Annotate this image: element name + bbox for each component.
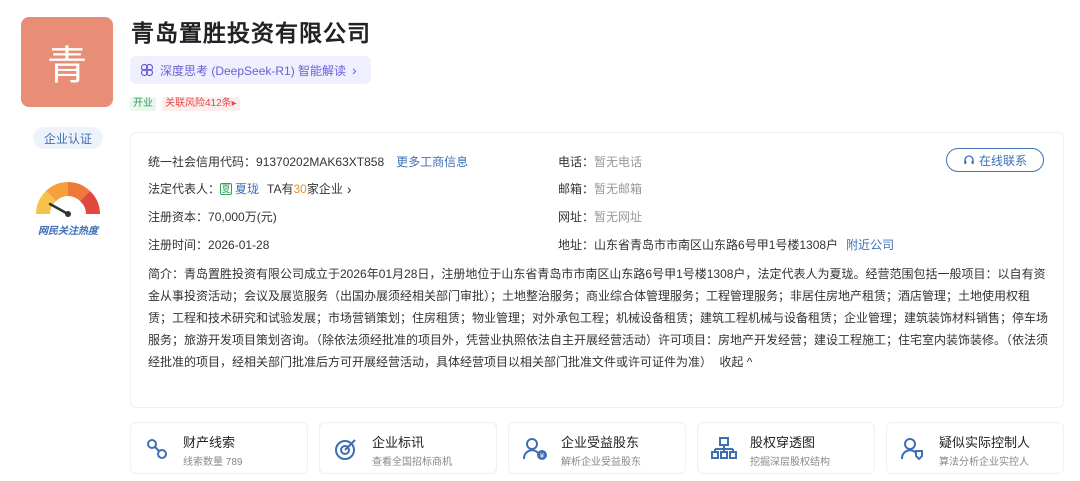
equity-tree-icon bbox=[711, 437, 737, 459]
online-contact-button[interactable]: 在线联系 bbox=[946, 148, 1044, 172]
legal-rep-ta-prefix: TA有 bbox=[267, 182, 294, 196]
reg-date-row: 注册时间： 2026-01-28 bbox=[148, 236, 269, 253]
card-title: 企业标讯 bbox=[372, 435, 425, 450]
controller-card[interactable]: 疑似实际控制人 算法分析企业实控人 bbox=[886, 422, 1064, 474]
capital-label: 注册资本： bbox=[148, 210, 209, 224]
credit-code-label: 统一社会信用代码： bbox=[148, 155, 257, 169]
capital-row: 注册资本： 70,000万(元) bbox=[148, 208, 277, 225]
legal-rep-company-count[interactable]: 30 bbox=[293, 182, 306, 196]
card-title: 财产线索 bbox=[183, 435, 236, 450]
website-value: 暂无网址 bbox=[594, 210, 643, 224]
card-subtitle: 查看全国招标商机 bbox=[372, 457, 452, 468]
website-row: 网址： 暂无网址 bbox=[558, 208, 642, 225]
beneficiary-icon: ¥ bbox=[522, 438, 547, 460]
logo-char: 青 bbox=[47, 43, 87, 89]
attention-heat-label: 网民关注热度 bbox=[38, 226, 98, 237]
controller-icon bbox=[900, 438, 923, 461]
capital-value: 70,000万(元) bbox=[208, 210, 277, 224]
ai-analysis-label: 深度思考 (DeepSeek-R1) 智能解读 bbox=[160, 63, 347, 78]
website-label: 网址： bbox=[558, 210, 595, 224]
property-clue-card[interactable]: 财产线索 线索数量 789 bbox=[130, 422, 308, 474]
legal-rep-avatar: 夏 bbox=[220, 182, 233, 195]
beneficiary-card[interactable]: ¥ 企业受益股东 解析企业受益股东 bbox=[508, 422, 686, 474]
card-title: 股权穿透图 bbox=[750, 435, 816, 450]
intro-text: 简介：青岛置胜投资有限公司成立于2026年01月28日，注册地位于山东省青岛市市… bbox=[148, 267, 1049, 369]
card-subtitle: 解析企业受益股东 bbox=[561, 457, 641, 468]
address-value: 山东省青岛市市南区山东路6号甲1号楼1308户 bbox=[594, 238, 839, 252]
headset-icon bbox=[964, 155, 974, 164]
ai-analysis-button[interactable]: 深度思考 (DeepSeek-R1) 智能解读 › bbox=[130, 56, 371, 84]
phone-row: 电话： 暂无电话 bbox=[558, 153, 642, 170]
online-contact-label: 在线联系 bbox=[978, 153, 1027, 168]
reg-date-label: 注册时间： bbox=[148, 238, 209, 252]
svg-text:¥: ¥ bbox=[540, 452, 545, 460]
chevron-right-icon[interactable]: › bbox=[347, 181, 352, 197]
email-label: 邮箱： bbox=[558, 182, 595, 196]
phone-label: 电话： bbox=[558, 155, 595, 169]
nearby-company-link[interactable]: 附近公司 bbox=[846, 236, 894, 253]
company-name: 青岛置胜投资有限公司 bbox=[131, 20, 371, 46]
phone-value: 暂无电话 bbox=[594, 155, 643, 169]
card-title: 企业受益股东 bbox=[561, 435, 640, 450]
status-badge-open: 开业 bbox=[130, 97, 156, 111]
legal-rep-name-link[interactable]: 夏珑 bbox=[235, 180, 259, 197]
bid-info-icon bbox=[335, 439, 356, 460]
deepseek-icon bbox=[140, 63, 154, 77]
card-subtitle: 线索数量 789 bbox=[183, 457, 243, 468]
bid-info-card[interactable]: 企业标讯 查看全国招标商机 bbox=[319, 422, 497, 474]
company-intro: 简介：青岛置胜投资有限公司成立于2026年01月28日，注册地位于山东省青岛市市… bbox=[148, 263, 1048, 373]
property-clue-icon bbox=[147, 439, 167, 459]
credit-code-row: 统一社会信用代码： 91370202MAK63XT858 更多工商信息 bbox=[148, 153, 468, 170]
more-business-info-link[interactable]: 更多工商信息 bbox=[396, 153, 468, 170]
card-title: 疑似实际控制人 bbox=[939, 435, 1031, 450]
legal-rep-ta-suffix: 家企业 bbox=[306, 182, 343, 196]
chevron-right-icon: › bbox=[352, 62, 357, 78]
reg-date-value: 2026-01-28 bbox=[208, 237, 270, 252]
card-subtitle: 挖掘深层股权结构 bbox=[750, 457, 830, 468]
legal-rep-row: 法定代表人： 夏 夏珑 TA有 30 家企业 › bbox=[148, 180, 352, 197]
email-value: 暂无邮箱 bbox=[594, 182, 643, 196]
credit-code-value: 91370202MAK63XT858 bbox=[256, 154, 385, 169]
address-row: 地址： 山东省青岛市市南区山东路6号甲1号楼1308户 附近公司 bbox=[558, 236, 894, 253]
address-label: 地址： bbox=[558, 238, 595, 252]
legal-rep-label: 法定代表人： bbox=[148, 182, 221, 196]
company-logo: 青 bbox=[21, 17, 113, 107]
collapse-toggle[interactable]: 收起 ^ bbox=[719, 355, 752, 369]
attention-gauge-icon bbox=[36, 182, 100, 217]
card-subtitle: 算法分析企业实控人 bbox=[939, 457, 1029, 468]
email-row: 邮箱： 暂无邮箱 bbox=[558, 180, 642, 197]
equity-tree-card[interactable]: 股权穿透图 挖掘深层股权结构 bbox=[697, 422, 875, 474]
risk-badge[interactable]: 关联风险412条▸ bbox=[162, 97, 240, 111]
enterprise-cert-button[interactable]: 企业认证 bbox=[33, 127, 103, 149]
status-tags: 开业 关联风险412条▸ bbox=[130, 97, 240, 111]
